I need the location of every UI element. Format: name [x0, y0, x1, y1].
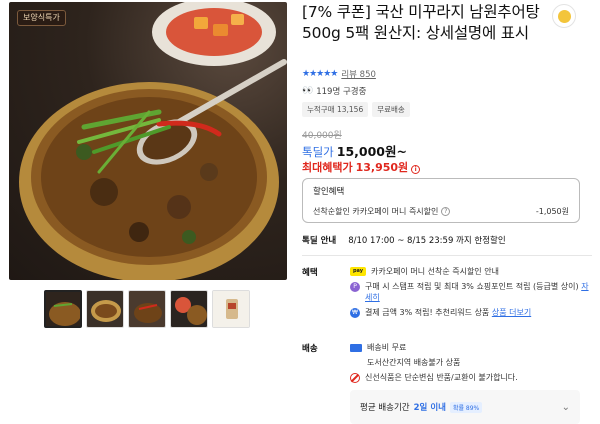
thumbnail-strip — [44, 290, 250, 328]
thumbnail-2[interactable] — [86, 290, 124, 328]
special-deal-period: 8/10 17:00 ~ 8/15 23:59 까지 한정할인 — [348, 236, 506, 246]
benefit-item-kakaopay: pay 카카오페이 머니 선착순 즉시할인 안내 — [350, 266, 590, 277]
benefit-list: pay 카카오페이 머니 선착순 즉시할인 안내 P 구매 시 스탬프 적립 및… — [350, 266, 590, 322]
delivery-badge: 확률 89% — [449, 401, 483, 413]
store-favorite-button[interactable] — [552, 4, 576, 28]
discount-line-label: 선착순할인 카카오페이 머니 즉시할인 — [313, 207, 439, 216]
viewers-count: 119명 구경중 — [316, 87, 367, 97]
chip-cumulative-purchase: 누적구매 13,156 — [302, 102, 369, 117]
chip-free-shipping: 무료배송 — [372, 102, 410, 117]
thumbnail-1[interactable] — [44, 290, 82, 328]
viewers-row: 👀 119명 구경중 — [302, 85, 366, 97]
prohibited-icon — [350, 372, 360, 383]
max-benefit-label: 최대혜택가 — [302, 161, 353, 174]
max-benefit-price: 13,950원 — [355, 161, 409, 174]
benefit-item-points: P 구매 시 스탬프 적립 및 최대 3% 쇼핑포인트 적립 (등급별 상이) … — [350, 281, 590, 303]
thumbnail-5[interactable] — [212, 290, 250, 328]
product-title: [7% 쿠폰] 국산 미꾸라지 남원추어탕 500g 5팩 원산지: 상세설명에… — [302, 3, 540, 42]
eyes-icon: 👀 — [302, 86, 314, 96]
shipping-notice: 신선식품은 단순변심 반품/교환이 불가합니다. — [350, 372, 590, 383]
kakaopay-icon: pay — [350, 267, 366, 276]
discount-line-amount: -1,050원 — [535, 207, 569, 216]
shipping-fee: 배송비 무료 — [350, 342, 590, 353]
shipping-label: 배송 — [302, 344, 318, 354]
max-benefit-row: 최대혜택가 13,950원 i — [302, 159, 421, 175]
delivery-label: 평균 배송기간 — [360, 403, 410, 413]
delivery-period-box[interactable]: 평균 배송기간 2일 이내 확률 89% ⌄ — [350, 390, 580, 424]
discount-title: 할인혜택 — [313, 187, 345, 197]
special-deal-row: 톡딜 안내 8/10 17:00 ~ 8/15 23:59 까지 한정할인 — [302, 234, 506, 246]
sale-price-row: 톡딜가 15,000원~ — [302, 141, 407, 160]
thumbnail-3[interactable] — [128, 290, 166, 328]
special-deal-label: 톡딜 안내 — [302, 236, 337, 246]
main-product-image[interactable]: 보양식특가 — [9, 2, 287, 280]
product-chips: 누적구매 13,156 무료배송 — [302, 102, 410, 117]
sale-price: 15,000원~ — [336, 144, 407, 159]
coin-icon — [557, 9, 571, 23]
payment-icon: ₩ — [350, 308, 360, 318]
sale-label: 톡딜가 — [302, 145, 334, 159]
thumbnail-4[interactable] — [170, 290, 208, 328]
shipping-list: 배송비 무료 도서산간지역 배송불가 상품 신선식품은 단순변심 반품/교환이 … — [350, 342, 590, 387]
discount-box: 할인혜택 선착순할인 카카오페이 머니 즉시할인 ? -1,050원 — [302, 178, 580, 223]
review-link[interactable]: 리뷰 850 — [341, 68, 376, 80]
brand-badge: 보양식특가 — [17, 10, 66, 26]
truck-icon — [350, 343, 362, 352]
benefits-label: 혜택 — [302, 268, 318, 278]
shipping-region: 도서산간지역 배송불가 상품 — [367, 358, 461, 367]
rating-stars-icon: ★★★★★ — [302, 69, 338, 79]
delivery-days: 2일 이내 — [413, 403, 446, 413]
discount-line: 선착순할인 카카오페이 머니 즉시할인 ? -1,050원 — [313, 206, 569, 217]
stew-photo — [19, 2, 287, 280]
chevron-down-icon[interactable]: ⌄ — [562, 402, 570, 413]
points-icon: P — [350, 282, 360, 292]
divider — [302, 255, 592, 256]
rating-row: ★★★★★ 리뷰 850 — [302, 68, 376, 80]
info-icon[interactable]: i — [411, 165, 421, 174]
original-price: 40,000원 — [302, 131, 342, 141]
more-products-link[interactable]: 상품 더보기 — [492, 308, 531, 317]
benefit-item-rewards: ₩ 결제 금액 3% 적립! 추천리워드 상품 상품 더보기 — [350, 307, 590, 318]
help-icon[interactable]: ? — [441, 207, 451, 216]
